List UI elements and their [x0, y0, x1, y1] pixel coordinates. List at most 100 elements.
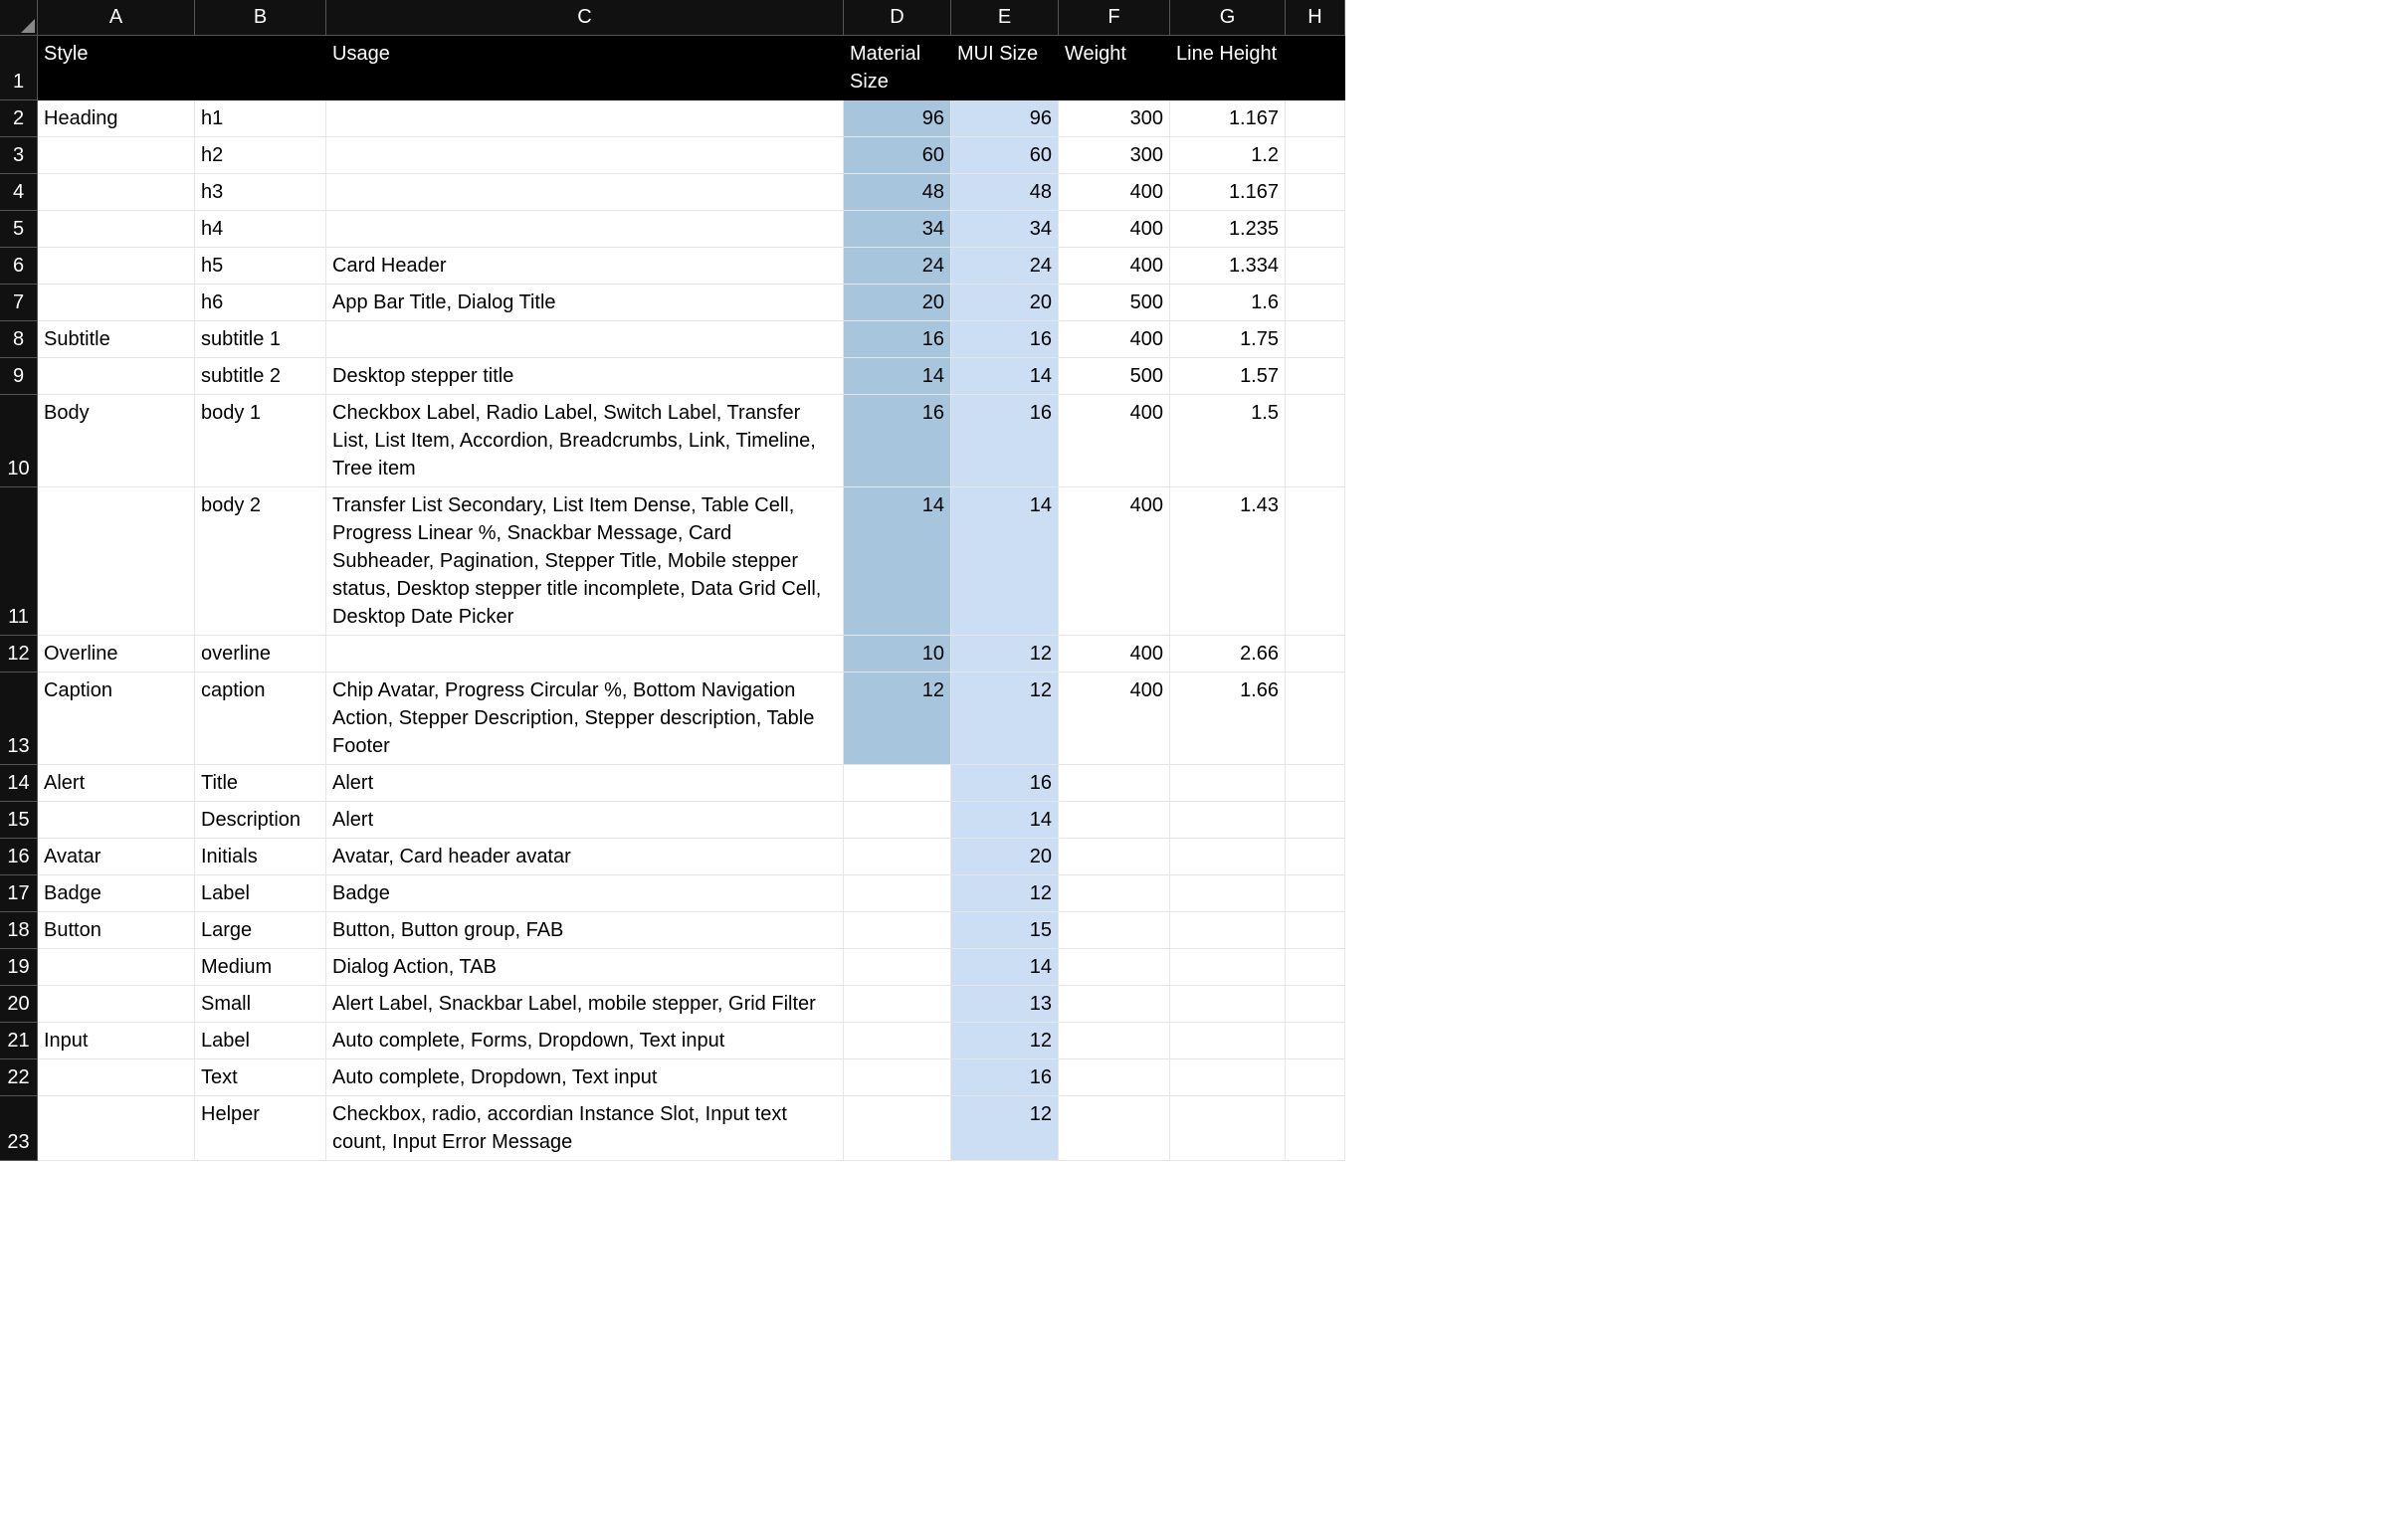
cell-12-B[interactable]: overline [195, 636, 326, 673]
cell-12-G[interactable]: 2.66 [1170, 636, 1286, 673]
row-header-11[interactable]: 11 [0, 487, 38, 636]
cell-23-D[interactable] [844, 1096, 951, 1161]
cell-12-H[interactable] [1286, 636, 1345, 673]
row-header-6[interactable]: 6 [0, 248, 38, 285]
column-header-E[interactable]: E [951, 0, 1059, 36]
cell-11-F[interactable]: 400 [1059, 487, 1170, 636]
cell-13-B[interactable]: caption [195, 673, 326, 765]
row-header-10[interactable]: 10 [0, 395, 38, 487]
cell-1-A[interactable]: Style [38, 36, 195, 100]
cell-11-D[interactable]: 14 [844, 487, 951, 636]
cell-10-F[interactable]: 400 [1059, 395, 1170, 487]
cell-17-H[interactable] [1286, 875, 1345, 912]
cell-9-A[interactable] [38, 358, 195, 395]
cell-7-A[interactable] [38, 285, 195, 321]
row-header-22[interactable]: 22 [0, 1059, 38, 1096]
cell-9-B[interactable]: subtitle 2 [195, 358, 326, 395]
cell-4-E[interactable]: 48 [951, 174, 1059, 211]
cell-18-D[interactable] [844, 912, 951, 949]
cell-15-E[interactable]: 14 [951, 802, 1059, 839]
row-header-12[interactable]: 12 [0, 636, 38, 673]
cell-13-A[interactable]: Caption [38, 673, 195, 765]
column-header-D[interactable]: D [844, 0, 951, 36]
cell-8-B[interactable]: subtitle 1 [195, 321, 326, 358]
cell-23-A[interactable] [38, 1096, 195, 1161]
cell-20-E[interactable]: 13 [951, 986, 1059, 1023]
row-header-3[interactable]: 3 [0, 137, 38, 174]
cell-17-A[interactable]: Badge [38, 875, 195, 912]
cell-3-F[interactable]: 300 [1059, 137, 1170, 174]
cell-4-C[interactable] [326, 174, 844, 211]
cell-6-D[interactable]: 24 [844, 248, 951, 285]
cell-3-B[interactable]: h2 [195, 137, 326, 174]
cell-1-E[interactable]: MUI Size [951, 36, 1059, 100]
cell-3-A[interactable] [38, 137, 195, 174]
cell-19-F[interactable] [1059, 949, 1170, 986]
cell-15-G[interactable] [1170, 802, 1286, 839]
cell-16-H[interactable] [1286, 839, 1345, 875]
cell-17-B[interactable]: Label [195, 875, 326, 912]
cell-8-G[interactable]: 1.75 [1170, 321, 1286, 358]
cell-10-B[interactable]: body 1 [195, 395, 326, 487]
cell-5-F[interactable]: 400 [1059, 211, 1170, 248]
cell-7-C[interactable]: App Bar Title, Dialog Title [326, 285, 844, 321]
cell-17-F[interactable] [1059, 875, 1170, 912]
cell-17-D[interactable] [844, 875, 951, 912]
cell-18-C[interactable]: Button, Button group, FAB [326, 912, 844, 949]
cell-14-G[interactable] [1170, 765, 1286, 802]
column-header-G[interactable]: G [1170, 0, 1286, 36]
cell-16-G[interactable] [1170, 839, 1286, 875]
row-header-2[interactable]: 2 [0, 100, 38, 137]
cell-16-C[interactable]: Avatar, Card header avatar [326, 839, 844, 875]
cell-3-H[interactable] [1286, 137, 1345, 174]
cell-11-E[interactable]: 14 [951, 487, 1059, 636]
cell-14-E[interactable]: 16 [951, 765, 1059, 802]
cell-15-A[interactable] [38, 802, 195, 839]
cell-8-A[interactable]: Subtitle [38, 321, 195, 358]
cell-2-G[interactable]: 1.167 [1170, 100, 1286, 137]
select-all-corner[interactable] [0, 0, 38, 36]
cell-10-H[interactable] [1286, 395, 1345, 487]
cell-22-G[interactable] [1170, 1059, 1286, 1096]
cell-18-B[interactable]: Large [195, 912, 326, 949]
cell-2-A[interactable]: Heading [38, 100, 195, 137]
cell-3-C[interactable] [326, 137, 844, 174]
cell-2-F[interactable]: 300 [1059, 100, 1170, 137]
cell-5-H[interactable] [1286, 211, 1345, 248]
cell-3-D[interactable]: 60 [844, 137, 951, 174]
cell-23-E[interactable]: 12 [951, 1096, 1059, 1161]
cell-12-C[interactable] [326, 636, 844, 673]
cell-2-C[interactable] [326, 100, 844, 137]
row-header-7[interactable]: 7 [0, 285, 38, 321]
cell-19-A[interactable] [38, 949, 195, 986]
cell-7-F[interactable]: 500 [1059, 285, 1170, 321]
cell-1-G[interactable]: Line Height [1170, 36, 1286, 100]
cell-15-B[interactable]: Description [195, 802, 326, 839]
cell-2-D[interactable]: 96 [844, 100, 951, 137]
cell-18-A[interactable]: Button [38, 912, 195, 949]
cell-23-G[interactable] [1170, 1096, 1286, 1161]
cell-9-C[interactable]: Desktop stepper title [326, 358, 844, 395]
cell-11-A[interactable] [38, 487, 195, 636]
cell-18-G[interactable] [1170, 912, 1286, 949]
cell-2-E[interactable]: 96 [951, 100, 1059, 137]
cell-18-E[interactable]: 15 [951, 912, 1059, 949]
cell-19-G[interactable] [1170, 949, 1286, 986]
cell-21-D[interactable] [844, 1023, 951, 1059]
cell-21-H[interactable] [1286, 1023, 1345, 1059]
cell-12-F[interactable]: 400 [1059, 636, 1170, 673]
cell-8-E[interactable]: 16 [951, 321, 1059, 358]
row-header-18[interactable]: 18 [0, 912, 38, 949]
cell-4-G[interactable]: 1.167 [1170, 174, 1286, 211]
cell-22-A[interactable] [38, 1059, 195, 1096]
cell-23-F[interactable] [1059, 1096, 1170, 1161]
cell-14-C[interactable]: Alert [326, 765, 844, 802]
cell-1-C[interactable]: Usage [326, 36, 844, 100]
cell-13-F[interactable]: 400 [1059, 673, 1170, 765]
cell-21-A[interactable]: Input [38, 1023, 195, 1059]
cell-6-E[interactable]: 24 [951, 248, 1059, 285]
row-header-23[interactable]: 23 [0, 1096, 38, 1161]
row-header-19[interactable]: 19 [0, 949, 38, 986]
cell-10-G[interactable]: 1.5 [1170, 395, 1286, 487]
cell-5-B[interactable]: h4 [195, 211, 326, 248]
